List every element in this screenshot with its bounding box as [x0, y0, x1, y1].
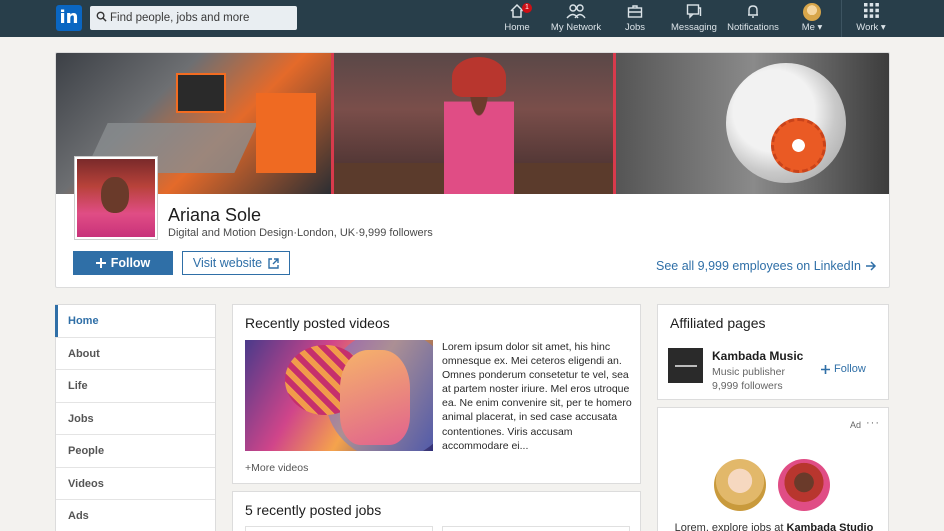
banner-robot-image [616, 53, 889, 194]
ad-company: Kambada Studio [786, 522, 874, 531]
affiliated-followers: 9,999 followers [712, 380, 783, 392]
nav-notifications[interactable]: Notifications [726, 3, 780, 35]
menu-item-home[interactable]: Home [55, 305, 215, 338]
menu-item-videos[interactable]: Videos [56, 468, 215, 500]
linkedin-logo[interactable]: in [56, 5, 82, 31]
avatar [803, 3, 821, 21]
recent-jobs-card: 5 recently posted jobs [232, 491, 641, 531]
notification-badge: 1 [522, 3, 532, 13]
nav-home[interactable]: 1 Home [503, 3, 532, 35]
network-icon [566, 4, 586, 19]
menu-item-about[interactable]: About [56, 338, 215, 370]
messaging-icon [686, 4, 702, 19]
affiliated-name[interactable]: Kambada Music [712, 349, 803, 363]
recent-videos-card: Recently posted videos Lorem ipsum dolor… [232, 304, 641, 484]
nav-me[interactable]: Me ▾ [797, 3, 827, 35]
avatar [714, 459, 766, 511]
page-nav-menu: Home About Life Jobs People Videos Ads [55, 304, 216, 531]
nav-me-label-wrap: Me ▾ [797, 22, 827, 33]
affiliated-pages-card: Affiliated pages Kambada Music Music pub… [657, 304, 889, 400]
card-title: 5 recently posted jobs [245, 502, 382, 518]
company-meta: Digital and Motion Design·London, UK·9,9… [168, 227, 433, 239]
company-location: London, UK [297, 227, 356, 239]
bell-icon [748, 5, 758, 18]
visit-label: Visit website [192, 256, 263, 270]
plus-icon [821, 364, 830, 374]
nav-label: Home [504, 22, 530, 33]
see-all-label: See all 9,999 employees on LinkedIn [655, 259, 861, 273]
visit-website-button[interactable]: Visit website [182, 251, 290, 275]
follow-label: Follow [834, 363, 866, 375]
briefcase-icon [627, 5, 643, 18]
video-thumbnail[interactable] [245, 340, 433, 451]
menu-item-life[interactable]: Life [56, 370, 215, 403]
company-logo[interactable] [75, 157, 157, 239]
cover-banner [56, 53, 889, 194]
see-all-employees-link[interactable]: See all 9,999 employees on LinkedIn [656, 259, 877, 273]
external-link-icon [268, 257, 279, 269]
job-card[interactable] [245, 526, 433, 531]
grid-icon [863, 3, 879, 18]
nav-work[interactable]: Work ▾ [852, 3, 890, 35]
card-title: Recently posted videos [245, 315, 390, 331]
menu-item-ads[interactable]: Ads [56, 500, 215, 531]
nav-label: Messaging [671, 22, 717, 33]
more-videos-link[interactable]: +More videos [245, 462, 308, 474]
company-name: Ariana Sole [168, 205, 262, 225]
search-icon [96, 11, 107, 22]
affiliated-follow-button[interactable]: Follow [821, 363, 866, 375]
company-category: Digital and Motion Design [168, 227, 294, 239]
banner-electronics-image [331, 53, 616, 194]
search-box[interactable] [90, 6, 297, 30]
company-followers: 9,999 followers [358, 227, 433, 239]
ad-text[interactable]: Lorem, explore jobs at Kambada Studio [658, 522, 890, 531]
follow-label: Follow [110, 256, 151, 270]
ad-label: Ad [850, 420, 862, 430]
card-title: Affiliated pages [670, 315, 766, 331]
company-avatar [778, 459, 830, 511]
plus-icon [95, 258, 106, 268]
company-header-card: Ariana Sole Digital and Motion Design·Lo… [55, 52, 890, 288]
follow-button[interactable]: Follow [73, 251, 173, 275]
nav-label: Jobs [624, 22, 646, 33]
top-nav: in 1 Home My Network Jobs Messaging Noti… [0, 0, 944, 37]
ad-card: Ad ··· Lorem, explore jobs at Kambada St… [657, 407, 889, 531]
arrow-right-icon [866, 261, 877, 271]
nav-label: Notifications [727, 22, 779, 33]
more-options-icon[interactable]: ··· [866, 417, 880, 429]
nav-label: My Network [550, 22, 602, 33]
search-input[interactable] [110, 6, 295, 30]
menu-item-people[interactable]: People [56, 435, 215, 468]
nav-my-network[interactable]: My Network [549, 3, 603, 35]
nav-divider [841, 0, 842, 37]
menu-item-jobs[interactable]: Jobs [56, 403, 215, 435]
chevron-down-icon: ▾ [817, 22, 823, 33]
video-description: Lorem ipsum dolor sit amet, his hinc omn… [442, 341, 632, 452]
nav-jobs[interactable]: Jobs [622, 3, 648, 35]
chevron-down-icon: ▾ [880, 22, 886, 33]
job-card[interactable] [442, 526, 630, 531]
nav-messaging[interactable]: Messaging [670, 3, 718, 35]
nav-work-label-wrap: Work ▾ [852, 22, 890, 33]
affiliated-type: Music publisher [712, 366, 785, 378]
nav-label: Work [856, 22, 879, 33]
nav-label: Me [801, 22, 815, 33]
affiliated-logo[interactable] [668, 348, 703, 383]
ad-text-prefix: Lorem, explore jobs at [674, 522, 784, 531]
